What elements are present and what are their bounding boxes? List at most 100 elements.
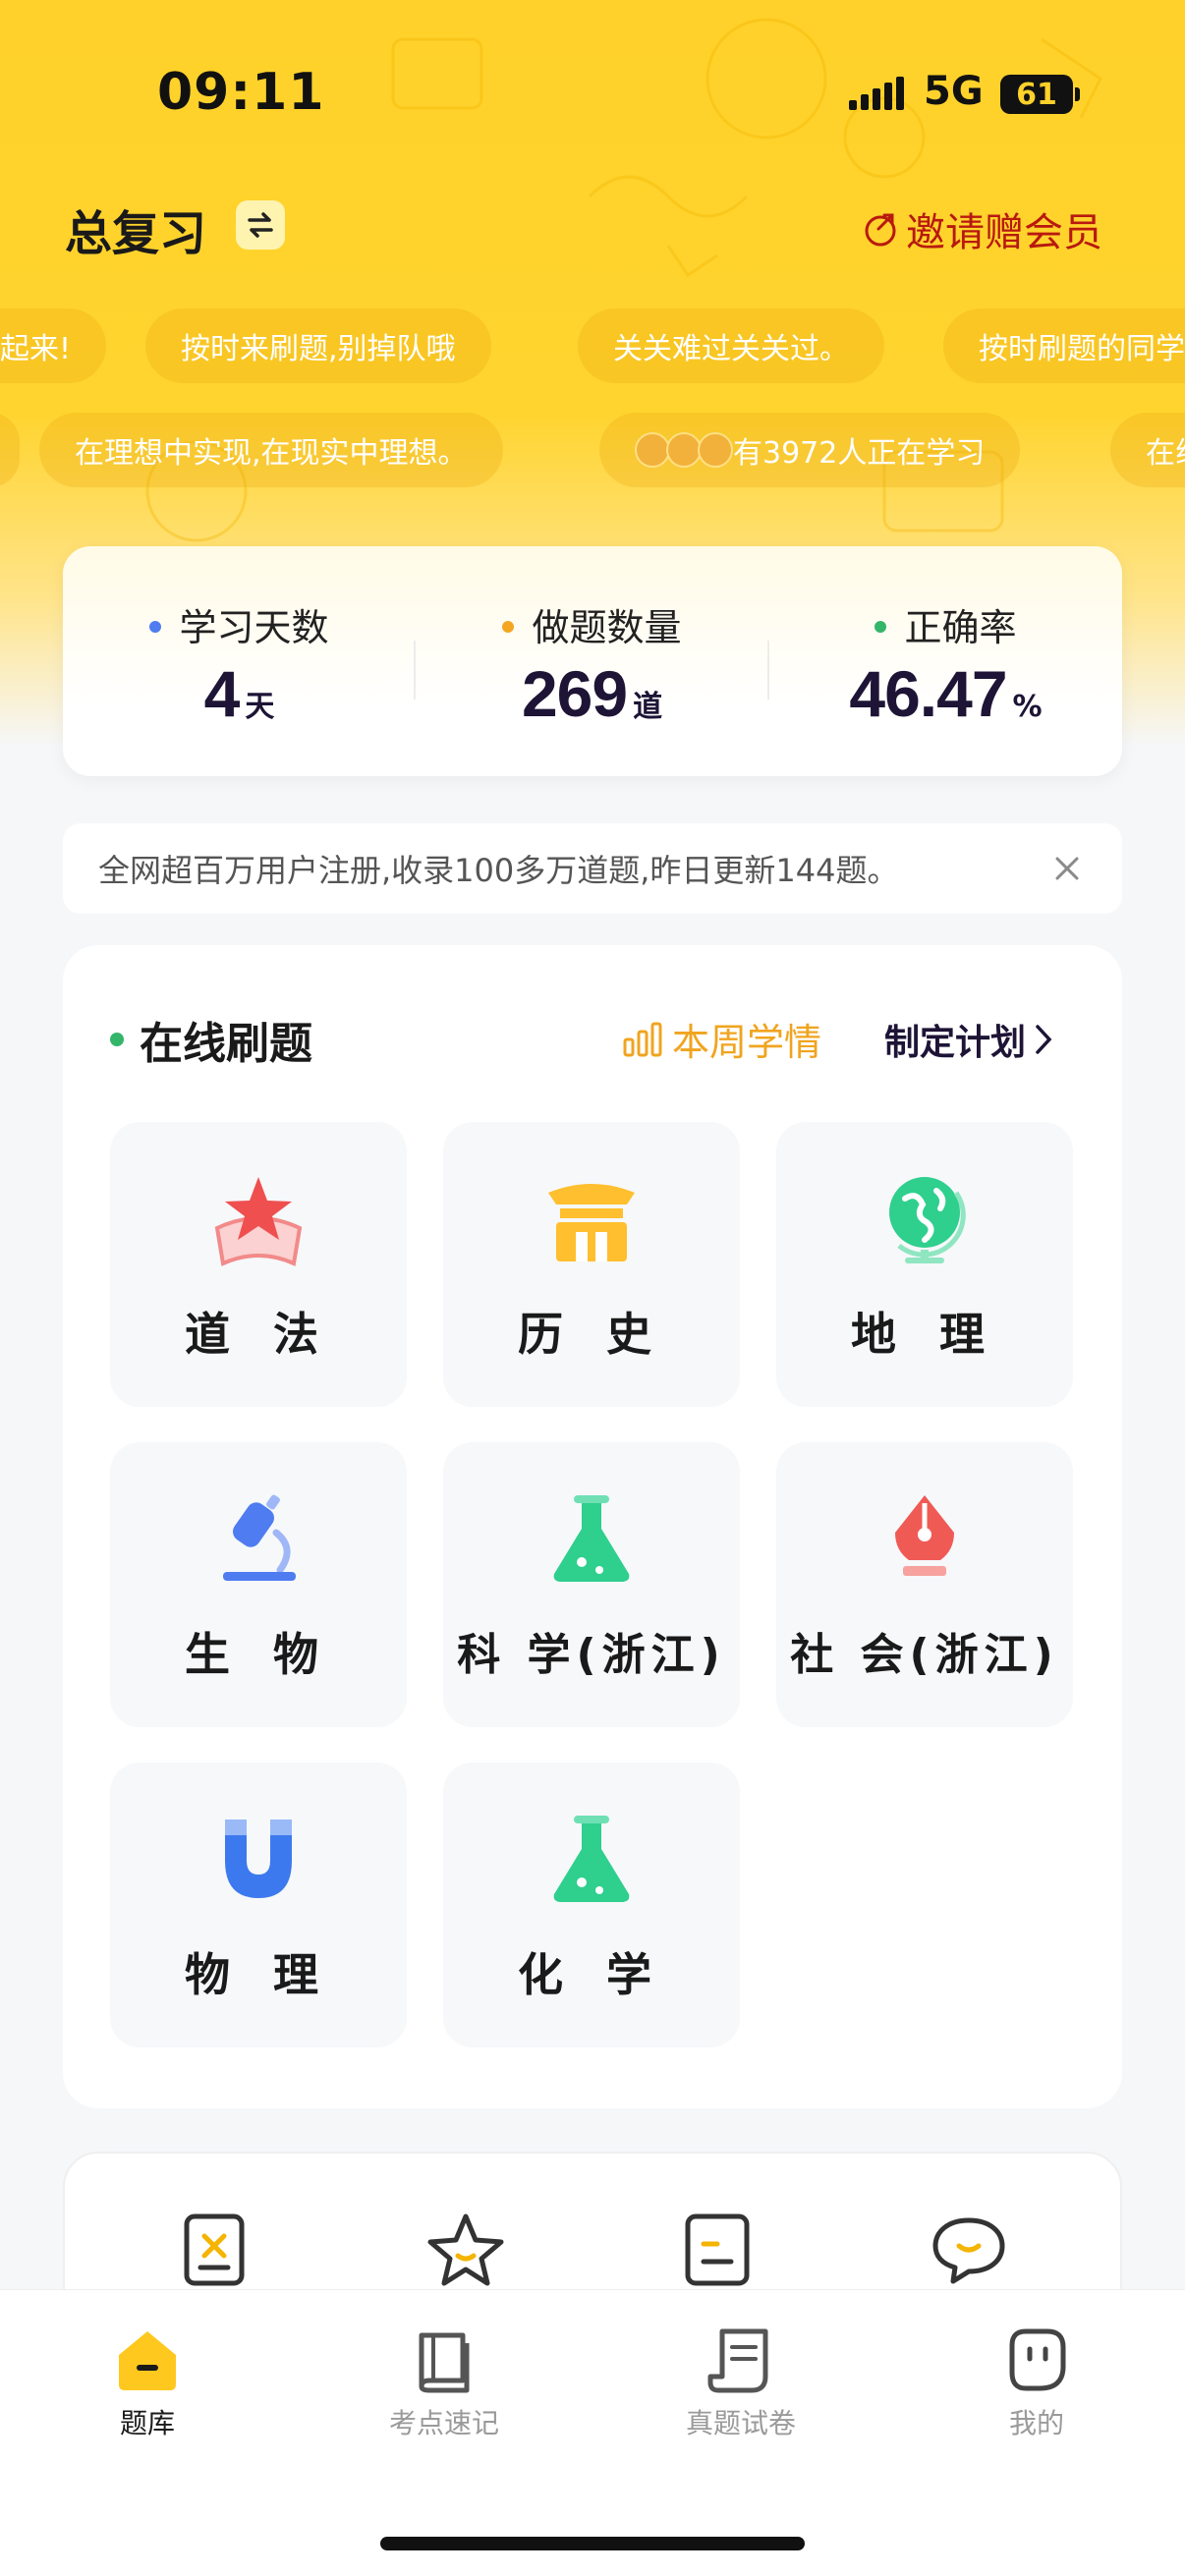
notice-text: 全网超百万用户注册,收录100多万道题,昨日更新144题。 — [98, 852, 899, 889]
marquee-pill: 在线 — [1110, 413, 1185, 487]
pavilion-icon — [548, 1184, 635, 1261]
tab-past-papers[interactable]: 真题试卷 — [643, 2325, 839, 2443]
subject-label: 社 会(浙江) — [790, 1630, 1059, 1680]
stat-value: 269 道 — [416, 656, 768, 731]
subject-label: 生 物 — [184, 1628, 332, 1681]
tab-label: 考点速记 — [388, 2407, 499, 2439]
stat-label: 正确率 — [769, 597, 1122, 651]
title-dot — [110, 1033, 124, 1046]
stat-question-count: 做题数量 269 道 — [416, 546, 768, 776]
wrong-questions-icon[interactable] — [175, 2211, 254, 2289]
subject-label: 化 学 — [517, 1948, 665, 2001]
stat-label: 学习天数 — [63, 597, 416, 651]
invite-button[interactable]: 邀请赠会员 — [861, 200, 1102, 257]
microscope-icon — [223, 1494, 296, 1581]
subject-tile-science-zj[interactable]: 科 学(浙江) — [443, 1442, 740, 1727]
marquee-text: 在线 — [1146, 436, 1185, 471]
star-banner-icon — [214, 1177, 303, 1266]
stats-card[interactable]: 学习天数 4天 做题数量 269 道 正确率 46.47% — [63, 546, 1122, 776]
scroll-icon — [707, 2328, 768, 2393]
stat-accuracy: 正确率 46.47% — [769, 546, 1122, 776]
stat-unit: % — [1012, 690, 1043, 724]
stat-label-text: 做题数量 — [532, 606, 682, 649]
home-indicator — [380, 2537, 805, 2550]
subject-tile-chemistry[interactable]: 化 学 — [443, 1763, 740, 2047]
subject-tile-physics[interactable]: 物 理 — [110, 1763, 407, 2047]
chat-bubble-icon[interactable] — [930, 2211, 1008, 2289]
stat-label-text: 正确率 — [904, 606, 1017, 649]
bar-chart-icon — [623, 1022, 662, 1056]
section-title-text: 在线刷题 — [140, 1019, 312, 1069]
book-icon — [419, 2332, 470, 2393]
subject-tile-society-zj[interactable]: 社 会(浙江) — [776, 1442, 1073, 1727]
subject-label: 历 史 — [517, 1308, 665, 1361]
status-time: 09:11 — [157, 63, 325, 122]
swap-arrows-icon — [248, 212, 273, 238]
stat-dot — [149, 620, 162, 633]
notes-icon[interactable] — [678, 2211, 757, 2289]
status-bar: 09:11 5G 61 — [0, 0, 1185, 187]
subject-tile-geography[interactable]: 地 理 — [776, 1122, 1073, 1407]
marquee-pill: 在理想中实现,在现实中理想。 — [39, 413, 503, 487]
stat-number: 4 — [203, 657, 241, 730]
stat-value: 4天 — [63, 656, 416, 731]
subject-label: 物 理 — [184, 1948, 332, 2001]
face-icon — [1009, 2328, 1066, 2391]
stat-number: 46.47 — [849, 657, 1007, 730]
switch-course-button[interactable] — [236, 200, 285, 250]
online-practice-card: 在线刷题 本周学情 制定计划 道 法 历 史 地 理 生 物 科 学(浙江) 社… — [63, 945, 1122, 2108]
week-stats-label: 本周学情 — [672, 1021, 822, 1064]
stat-value: 46.47% — [769, 656, 1122, 731]
marquee-text: 按时刷题的同学 — [979, 332, 1185, 366]
marquee-pill: 按时来刷题,别掉队哦 — [145, 308, 491, 383]
tab-label: 真题试卷 — [685, 2407, 796, 2439]
house-icon — [119, 2331, 176, 2390]
battery-indicator: 61 — [1000, 75, 1080, 114]
tab-label: 题库 — [119, 2407, 175, 2439]
marquee-pill: 起来! — [0, 308, 107, 383]
flask-icon — [553, 1495, 630, 1582]
marquee-text: 有3972人正在学习 — [733, 436, 986, 471]
marquee-pill: 有3972人正在学习 — [599, 413, 1021, 487]
subject-label: 地 理 — [850, 1308, 998, 1361]
stat-dot — [502, 620, 515, 633]
section-title: 在线刷题 — [110, 1008, 312, 1071]
subject-label: 道 法 — [184, 1308, 332, 1361]
make-plan-link[interactable]: 制定计划 — [884, 1014, 1055, 1065]
signal-icon — [849, 77, 904, 110]
week-stats-link[interactable]: 本周学情 — [623, 1012, 821, 1066]
close-icon[interactable] — [1051, 853, 1083, 884]
marquee-text: 起来! — [0, 332, 72, 366]
notice-bar: 全网超百万用户注册,收录100多万道题,昨日更新144题。 — [63, 823, 1122, 914]
subject-tile-history[interactable]: 历 史 — [443, 1122, 740, 1407]
stat-unit: 天 — [245, 690, 275, 724]
flask-icon — [553, 1816, 630, 1902]
make-plan-label: 制定计划 — [884, 1023, 1027, 1063]
tab-question-bank[interactable]: 题库 — [49, 2325, 246, 2443]
tab-mine[interactable]: 我的 — [938, 2325, 1135, 2443]
stat-dot — [875, 620, 887, 633]
marquee-text: 按时来刷题,别掉队哦 — [181, 332, 456, 366]
stat-label-text: 学习天数 — [179, 606, 329, 649]
invite-label: 邀请赠会员 — [906, 210, 1102, 255]
stat-number: 269 — [521, 657, 628, 730]
star-icon[interactable] — [426, 2211, 505, 2289]
tab-label: 我的 — [1008, 2407, 1064, 2439]
subject-label: 科 学(浙江) — [457, 1630, 726, 1680]
globe-icon — [889, 1177, 966, 1263]
magnet-icon — [225, 1820, 292, 1898]
stat-label: 做题数量 — [416, 597, 768, 651]
marquee-text: 关关难过关关过。 — [613, 332, 849, 366]
learner-avatars — [635, 432, 733, 468]
pen-nib-icon — [895, 1495, 954, 1576]
stat-study-days: 学习天数 4天 — [63, 546, 416, 776]
subject-tile-daofa[interactable]: 道 法 — [110, 1122, 407, 1407]
subject-tile-biology[interactable]: 生 物 — [110, 1442, 407, 1727]
page-title: 总复习 — [65, 206, 207, 261]
bottom-tab-bar: 题库 考点速记 真题试卷 我的 — [0, 2289, 1185, 2576]
network-type: 5G — [924, 69, 984, 114]
stat-unit: 道 — [633, 690, 663, 724]
tab-key-points[interactable]: 考点速记 — [346, 2325, 542, 2443]
marquee-pill: 关关难过关关过。 — [578, 308, 884, 383]
chevron-right-icon — [1036, 1025, 1052, 1054]
